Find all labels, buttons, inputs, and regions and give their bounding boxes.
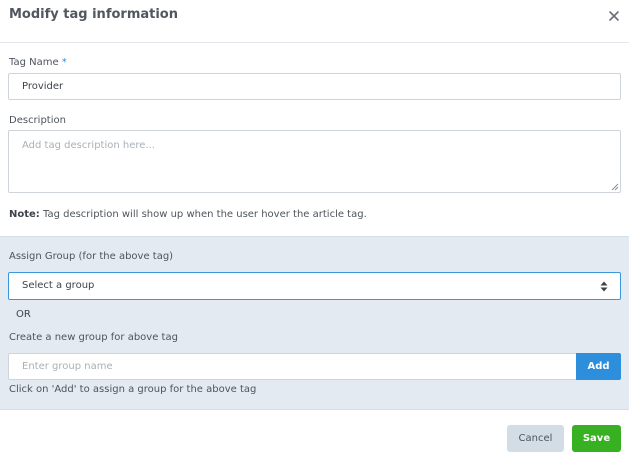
cancel-button[interactable]: Cancel [507,425,564,452]
note-text: Tag description will show up when the us… [39,209,367,220]
group-name-input[interactable] [8,353,576,380]
description-textarea[interactable] [8,130,621,193]
modify-tag-dialog: Modify tag information Tag Name * Descri… [0,0,629,459]
updown-arrows-icon [600,281,608,292]
group-select-value: Select a group [22,280,95,291]
dialog-title: Modify tag information [9,7,178,22]
add-group-button[interactable]: Add [576,353,621,380]
required-marker: * [61,57,67,68]
close-icon[interactable] [607,9,621,23]
description-label: Description [9,115,66,126]
add-group-hint: Click on 'Add' to assign a group for the… [9,384,257,395]
tag-name-label: Tag Name * [9,57,67,68]
tag-name-input[interactable] [8,73,621,100]
resize-grip-icon[interactable] [611,183,619,191]
note-prefix: Note: [9,209,40,220]
group-select[interactable]: Select a group [8,272,621,300]
tag-name-label-text: Tag Name [9,57,59,68]
save-button[interactable]: Save [572,425,621,452]
or-separator: OR [16,309,31,320]
dialog-header: Modify tag information [0,0,629,43]
assign-group-label: Assign Group (for the above tag) [9,251,174,262]
description-note: Note: Tag description will show up when … [9,209,367,220]
create-group-label: Create a new group for above tag [9,332,178,343]
